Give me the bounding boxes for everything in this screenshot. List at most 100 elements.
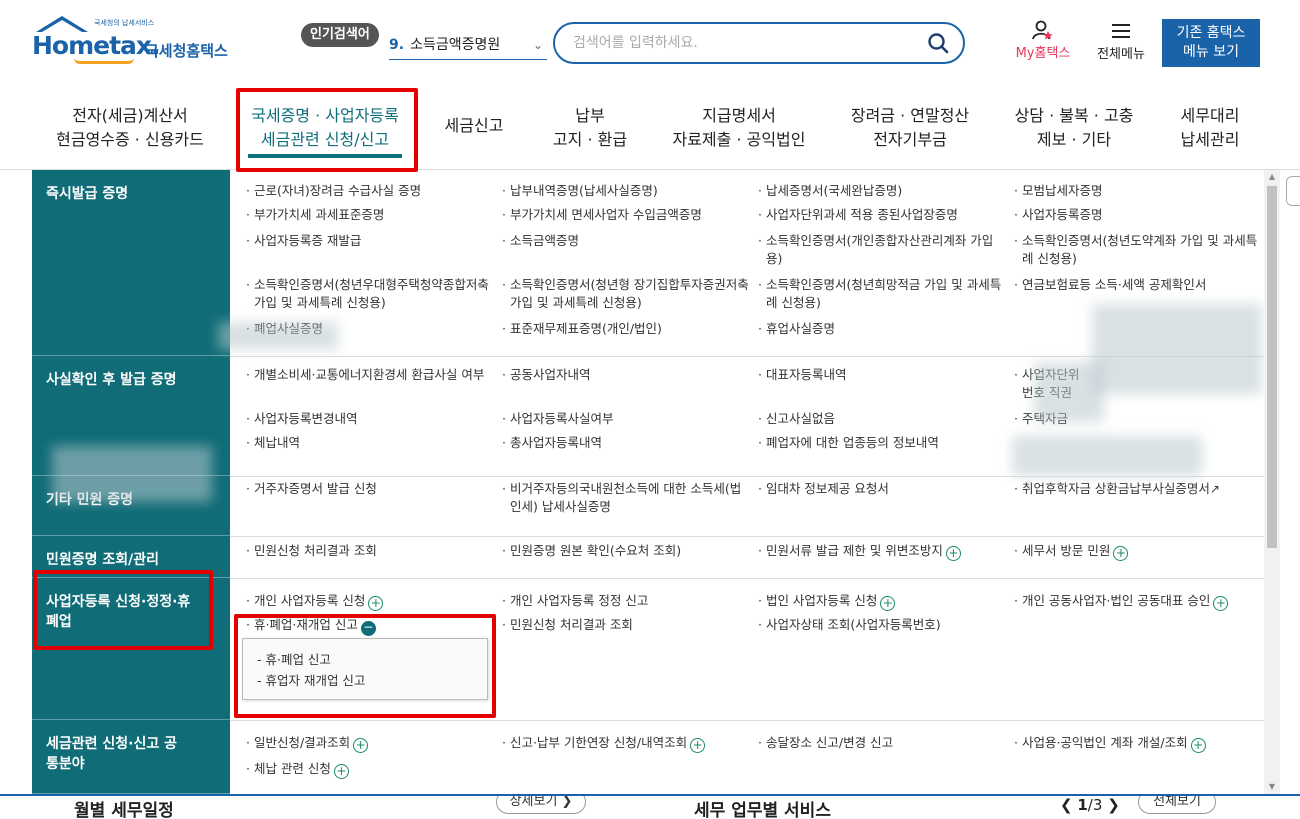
vertical-scrollbar[interactable]: ▲ ▼: [1264, 170, 1280, 794]
old-hometax-menu-button[interactable]: 기존 홈택스 메뉴 보기: [1162, 19, 1260, 67]
menu-link[interactable]: · 소득확인증명서(청년우대형주택청약종합저축 가입 및 과세특례 신청용): [244, 276, 498, 312]
menu-link[interactable]: · 사업자등록증 재발급: [244, 232, 494, 250]
menu-link[interactable]: · 소득확인증명서(개인종합자산관리계좌 가입용): [756, 232, 1006, 268]
menu-link[interactable]: · 사업자단위과세 적용 종된사업장증명: [756, 206, 1006, 224]
menu-link[interactable]: · 법인 사업자등록 신청 +: [756, 592, 1006, 611]
menu-link[interactable]: · 송달장소 신고/변경 신고: [756, 734, 1006, 752]
menu-link[interactable]: · 사업자등록증명: [1012, 206, 1262, 224]
user-icon: [1032, 20, 1053, 40]
menu-link[interactable]: · 주택자금: [1012, 410, 1262, 428]
menu-link[interactable]: · 소득확인증명서(청년도약계좌 가입 및 과세특례 신청용): [1012, 232, 1262, 268]
popular-search-select[interactable]: 9. 소득금액증명원 ⌄: [389, 30, 547, 60]
menu-link[interactable]: · 부가가치세 면세사업자 수입금액증명: [500, 206, 750, 224]
gnb-incentive-yearend[interactable]: 장려금 · 연말정산 전자기부금: [836, 104, 984, 152]
menu-link[interactable]: · 사업용·공익법인 계좌 개설/조회 +: [1012, 734, 1262, 753]
gnb-line1: 전자(세금)계산서: [72, 106, 188, 125]
menu-link[interactable]: · 총사업자등록내역: [500, 434, 750, 452]
expand-plus-icon[interactable]: +: [690, 738, 706, 753]
expand-plus-icon[interactable]: +: [1113, 546, 1129, 561]
collapse-minus-icon[interactable]: −: [360, 621, 376, 636]
menu-link-text: · 사업용·공익법인 계좌 개설/조회: [1014, 735, 1188, 750]
gnb-line1: 장려금 · 연말정산: [850, 106, 970, 125]
pager-prev-icon[interactable]: ❮: [1060, 796, 1073, 814]
expand-plus-icon[interactable]: +: [1190, 738, 1206, 753]
menu-link[interactable]: · 폐업자에 대한 업종등의 정보내역: [756, 434, 1006, 452]
search-icon[interactable]: [927, 32, 949, 54]
gnb-tax-agent[interactable]: 세무대리 납세관리: [1170, 104, 1250, 152]
menu-link[interactable]: · 민원서류 발급 제한 및 위변조방지 +: [756, 542, 1006, 561]
gnb-line2: 납세관리: [1180, 130, 1240, 149]
view-all-button[interactable]: 전체보기: [1138, 796, 1216, 814]
submenu-item-reopen-report[interactable]: - 휴업자 재개업 신고: [257, 670, 487, 691]
menu-link[interactable]: · 납세증명서(국세완납증명): [756, 182, 1006, 200]
search-input[interactable]: [573, 32, 913, 54]
menu-link[interactable]: · 사업자단위: [1012, 366, 1262, 384]
gnb-payment[interactable]: 납부 고지 · 환급: [540, 104, 640, 152]
menu-link[interactable]: · 휴업사실증명: [756, 320, 1006, 338]
submenu-item-closure-report[interactable]: - 휴·폐업 신고: [257, 649, 487, 670]
my-hometax-button[interactable]: My홈택스: [1008, 20, 1078, 61]
menu-link[interactable]: · 민원신청 처리결과 조회: [244, 542, 494, 560]
menu-link[interactable]: · 사업자등록사실여부: [500, 410, 750, 428]
menu-link[interactable]: · 폐업사실증명: [244, 320, 494, 338]
menu-link[interactable]: · 비거주자등의국내원천소득에 대한 소득세(법인세) 납세사실증명: [500, 480, 750, 516]
menu-link[interactable]: · 사업자상태 조회(사업자등록번호): [756, 616, 1006, 634]
menu-link[interactable]: · 모범납세자증명: [1012, 182, 1262, 200]
menu-link[interactable]: · 사업자등록변경내역: [244, 410, 494, 428]
hometax-logo[interactable]: 국세청의 납세서비스 Hometax. 국세청홈택스: [32, 16, 242, 66]
menu-link[interactable]: · 소득확인증명서(청년형 장기집합투자증권저축 가입 및 과세특례 신청용): [500, 276, 752, 312]
menu-link[interactable]: · 신고사실없음: [756, 410, 1006, 428]
menu-link[interactable]: · 민원신청 처리결과 조회: [500, 616, 750, 634]
side-floating-tab[interactable]: [1286, 176, 1300, 206]
gnb-consulting[interactable]: 상담 · 불복 · 고충 제보 · 기타: [1004, 104, 1144, 152]
menu-link[interactable]: · 납부내역증명(납세사실증명): [500, 182, 750, 200]
menu-link[interactable]: · 개인 사업자등록 신청 +: [244, 592, 494, 611]
menu-link-text: · 민원서류 발급 제한 및 위변조방지: [758, 543, 943, 558]
expand-plus-icon[interactable]: +: [368, 596, 384, 611]
menu-link[interactable]: · 소득확인증명서(청년희망적금 가입 및 과세특례 신청용): [756, 276, 1008, 312]
menu-link-closure[interactable]: · 휴·폐업·재개업 신고 −: [244, 616, 494, 636]
menu-link[interactable]: · 체납 관련 신청 +: [244, 760, 494, 779]
all-menu-button[interactable]: 전체메뉴: [1088, 20, 1154, 62]
scroll-down-arrow-icon[interactable]: ▼: [1264, 780, 1280, 794]
search-box: [553, 22, 965, 64]
menu-link[interactable]: · 일반신청/결과조회 +: [244, 734, 494, 753]
menu-link[interactable]: · 거주자증명서 발급 신청: [244, 480, 494, 498]
menu-link[interactable]: · 공동사업자내역: [500, 366, 750, 384]
menu-link[interactable]: · 임대차 정보제공 요청서: [756, 480, 1006, 498]
gnb-payment-statement[interactable]: 지급명세서 자료제출 · 공익법인: [660, 104, 818, 152]
menu-link[interactable]: · 근로(자녀)장려금 수급사실 증명: [244, 182, 494, 200]
row-divider: [230, 356, 1264, 357]
menu-link[interactable]: · 소득금액증명: [500, 232, 750, 250]
expand-plus-icon[interactable]: +: [333, 764, 349, 779]
scroll-up-arrow-icon[interactable]: ▲: [1264, 170, 1280, 184]
scroll-thumb[interactable]: [1267, 186, 1277, 548]
expand-plus-icon[interactable]: +: [353, 738, 369, 753]
my-hometax-label: My홈택스: [1015, 46, 1071, 61]
menu-link[interactable]: · 개별소비세·교통에너지환경세 환급사실 여부: [244, 366, 494, 384]
expand-plus-icon[interactable]: +: [880, 596, 896, 611]
menu-link[interactable]: · 신고·납부 기한연장 신청/내역조회 +: [500, 734, 750, 753]
menu-link-continuation[interactable]: 번호 직권: [1022, 384, 1262, 402]
gnb-certificate-registration[interactable]: 국세증명 · 사업자등록 세금관련 신청/신고: [242, 104, 408, 152]
gnb-e-invoice[interactable]: 전자(세금)계산서 현금영수증 · 신용카드: [50, 104, 210, 152]
site-header: 국세청의 납세서비스 Hometax. 국세청홈택스 인기검색어 9. 소득금액증…: [0, 0, 1300, 84]
expand-plus-icon[interactable]: +: [945, 546, 961, 561]
menu-link[interactable]: · 대표자등록내역: [756, 366, 1006, 384]
menu-link[interactable]: · 세무서 방문 민원 +: [1012, 542, 1262, 561]
menu-link[interactable]: · 민원증명 원본 확인(수요처 조회): [500, 542, 750, 560]
menu-link[interactable]: · 연금보험료등 소득·세액 공제확인서: [1012, 276, 1262, 294]
menu-link[interactable]: · 부가가치세 과세표준증명: [244, 206, 494, 224]
expand-plus-icon[interactable]: +: [1213, 596, 1229, 611]
menu-link[interactable]: · 표준재무제표증명(개인/법인): [500, 320, 750, 338]
gnb-tax-filing[interactable]: 세금신고: [436, 114, 512, 138]
menu-link[interactable]: · 개인 사업자등록 정정 신고: [500, 592, 750, 610]
hometax-page: 국세청의 납세서비스 Hometax. 국세청홈택스 인기검색어 9. 소득금액증…: [0, 0, 1300, 819]
menu-link[interactable]: · 취업후학자금 상환금납부사실증명서↗: [1012, 480, 1262, 498]
popular-search-badge: 인기검색어: [301, 23, 379, 47]
menu-link[interactable]: · 체납내역: [244, 434, 494, 452]
pager-next-icon[interactable]: ❯: [1107, 796, 1120, 814]
schedule-more-button[interactable]: 상세보기 ❯: [496, 796, 586, 814]
row-divider: [230, 476, 1264, 477]
menu-link[interactable]: · 개인 공동사업자·법인 공동대표 승인 +: [1012, 592, 1262, 611]
